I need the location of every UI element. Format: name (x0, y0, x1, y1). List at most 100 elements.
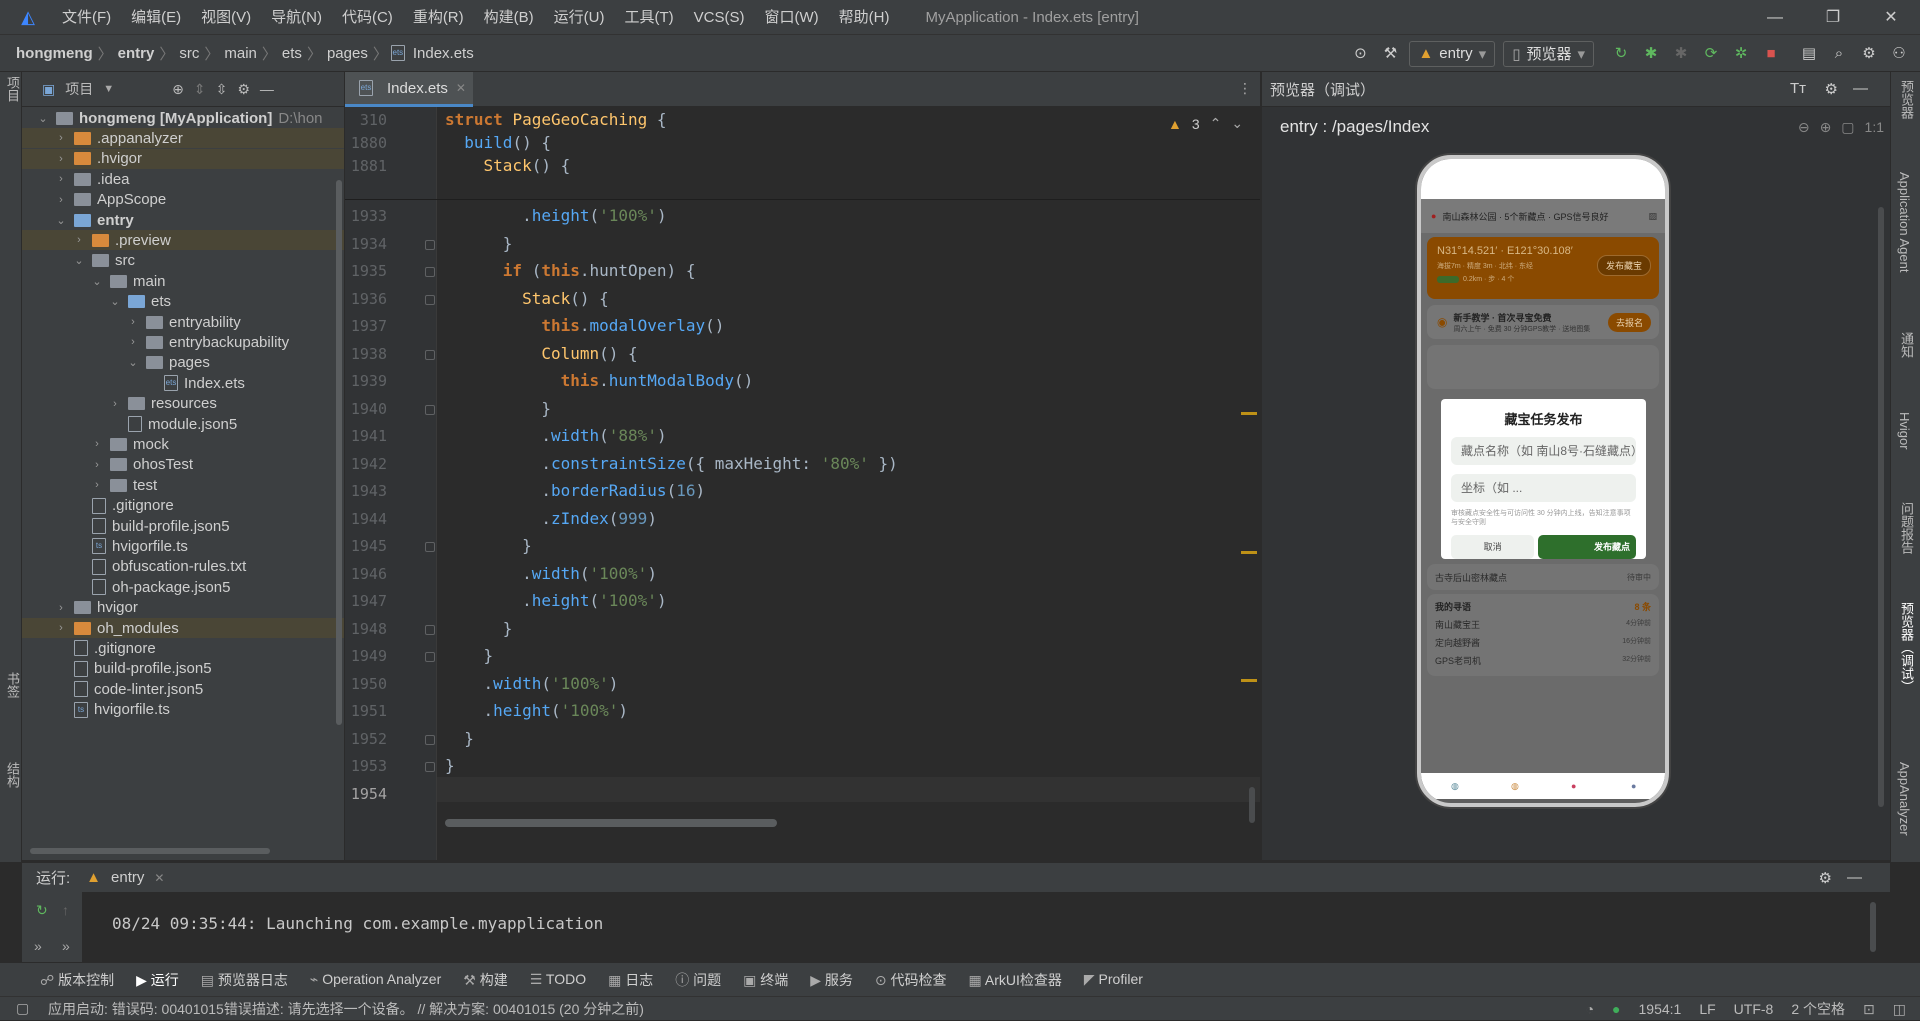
rerun-icon[interactable]: ↻ (1610, 43, 1632, 65)
warning-marker[interactable] (1241, 551, 1257, 554)
tree-item[interactable]: › mock (22, 434, 344, 454)
chevron-right-icon[interactable]: › (54, 132, 68, 144)
target-icon[interactable]: ⊙ (1349, 43, 1371, 65)
chevron-down-icon[interactable]: ▼ (103, 83, 114, 95)
structure-tool-tab[interactable]: 结构 (3, 762, 22, 788)
tree-item[interactable]: ets Index.ets (22, 373, 344, 393)
settings-icon[interactable]: ⚙ (1819, 869, 1832, 887)
tool-window-button[interactable]: ▦ 日志 (608, 970, 653, 990)
code-line[interactable]: this.huntModalBody() (445, 371, 754, 390)
chevron-down-icon[interactable]: ⌄ (1231, 115, 1243, 132)
breadcrumb-item[interactable]: src (177, 45, 201, 62)
code-line[interactable]: } (445, 234, 513, 253)
actual-size-icon[interactable]: 1:1 (1865, 119, 1884, 136)
chevron-right-icon[interactable]: › (54, 622, 68, 634)
tree-item[interactable]: .gitignore (22, 638, 344, 658)
chevron-up-icon[interactable]: ⌃ (1210, 115, 1222, 132)
run-tab-entry[interactable]: entry (111, 869, 144, 886)
scroll-up-icon[interactable]: ↑ (62, 902, 69, 918)
tool-window-button[interactable]: ⊙ 代码检查 (875, 970, 947, 990)
tool-window-button[interactable]: ▶ 服务 (810, 970, 853, 990)
tree-item[interactable]: ts hvigorfile.ts (22, 700, 344, 720)
more-tabs-icon[interactable]: ⋮ (1238, 80, 1252, 97)
tree-item[interactable]: › .preview (22, 230, 344, 251)
project-horizontal-scrollbar[interactable] (30, 848, 270, 854)
signup-button[interactable]: 去报名 (1607, 313, 1651, 332)
chevron-right-icon[interactable]: › (126, 316, 140, 328)
indent-setting[interactable]: 2 个空格 (1791, 999, 1845, 1019)
expand-icon[interactable]: » (34, 938, 42, 954)
pin-tab-icon[interactable]: ● (1571, 781, 1576, 791)
code-line[interactable]: } (445, 646, 494, 665)
line-separator[interactable]: LF (1699, 1001, 1715, 1017)
appanalyzer-tool-tab[interactable]: AppAnalyzer (1897, 762, 1912, 836)
tree-item[interactable]: ⌄ ets (22, 292, 344, 312)
hvigor-tool-tab[interactable]: Hvigor (1897, 412, 1912, 450)
tool-window-button[interactable]: ⌁ Operation Analyzer (310, 971, 441, 988)
project-tool-tab[interactable]: 项目 (3, 76, 22, 102)
code-line[interactable]: } (445, 619, 513, 638)
tree-item[interactable]: code-linter.json5 (22, 679, 344, 699)
fold-icon[interactable] (425, 294, 435, 305)
code-line[interactable]: .constraintSize({ maxHeight: '80%' }) (445, 454, 897, 473)
breadcrumb-item[interactable]: hongmeng (14, 45, 95, 62)
chevron-down-icon[interactable]: ⌄ (72, 254, 86, 267)
close-tab-icon[interactable]: ✕ (456, 81, 466, 95)
editor-horizontal-scrollbar[interactable] (445, 819, 777, 827)
tree-item[interactable]: › .hvigor (22, 148, 344, 169)
status-message[interactable]: 应用启动: 错误码: 00401015错误描述: 请先选择一个设备。 // 解决… (0, 999, 644, 1019)
code-line[interactable]: if (this.huntOpen) { (445, 261, 696, 280)
notifications-icon[interactable]: ◫ (1893, 1001, 1906, 1018)
code-editor[interactable]: 310 1880 1881 1933 1934 1935 1936 1937 1938 1939 1… (345, 107, 1260, 860)
chevron-right-icon[interactable]: › (108, 398, 122, 410)
sticky-code-line[interactable]: build() { (445, 133, 551, 152)
sticky-code-line[interactable]: struct PageGeoCaching { (445, 110, 667, 129)
tree-item[interactable]: › .idea (22, 169, 344, 189)
code-line[interactable]: .width('88%') (445, 426, 666, 445)
menu-item[interactable]: 导航(N) (261, 0, 332, 35)
menu-item[interactable]: 视图(V) (191, 0, 261, 35)
menu-item[interactable]: 重构(R) (403, 0, 474, 35)
run-config-select[interactable]: ▲ entry ▾ (1409, 40, 1496, 67)
close-tab-icon[interactable]: ✕ (154, 871, 164, 885)
tool-window-button[interactable]: ▣ 终端 (743, 970, 788, 990)
profile-icon[interactable]: ✲ (1730, 43, 1752, 65)
debug-icon[interactable]: ✱ (1640, 43, 1662, 65)
tool-window-button[interactable]: ⓘ 问题 (675, 970, 721, 990)
code-line[interactable]: } (445, 756, 455, 775)
chevron-down-icon[interactable]: ⌄ (108, 295, 122, 308)
chevron-right-icon[interactable]: › (126, 336, 140, 348)
fold-icon[interactable] (425, 239, 435, 250)
expand-all-icon[interactable]: ⇕ (194, 81, 206, 98)
code-line[interactable]: .width('100%') (445, 674, 619, 693)
hide-panel-icon[interactable]: — (1847, 869, 1862, 886)
close-icon[interactable]: ✕ (1862, 0, 1920, 35)
chevron-right-icon[interactable]: › (54, 602, 68, 614)
code-line[interactable]: .width('100%') (445, 564, 657, 583)
publish-cache-button[interactable]: 发布藏宝 (1596, 255, 1651, 276)
tree-item[interactable]: › entrybackupability (22, 332, 344, 352)
code-line[interactable]: Column() { (445, 344, 637, 363)
chevron-right-icon[interactable]: › (90, 479, 104, 491)
tree-item[interactable]: oh-package.json5 (22, 577, 344, 597)
tool-window-button[interactable]: ▦ ArkUI检查器 (969, 970, 1062, 990)
phone-frame[interactable]: ● 南山森林公园 · 5个新藏点 · GPS信号良好 ▨ N31°14.521′… (1417, 155, 1669, 807)
fold-icon[interactable] (425, 624, 435, 635)
preview-debug-tool-tab[interactable]: 预览器（调试） (1897, 602, 1916, 693)
tool-window-button[interactable]: ▶ 运行 (136, 970, 179, 990)
code-line[interactable]: .zIndex(999) (445, 509, 657, 528)
code-line[interactable]: .height('100%') (445, 591, 667, 610)
fold-icon[interactable] (425, 652, 435, 662)
font-size-icon[interactable]: Tт (1790, 80, 1806, 97)
device-select[interactable]: ▯ 预览器 ▾ (1503, 40, 1594, 67)
warning-marker[interactable] (1241, 679, 1257, 682)
code-line[interactable]: .borderRadius(16) (445, 481, 705, 500)
menu-item[interactable]: 编辑(E) (121, 0, 191, 35)
fold-icon[interactable] (425, 734, 435, 745)
menu-item[interactable]: 构建(B) (474, 0, 544, 35)
chevron-right-icon[interactable]: › (90, 438, 104, 450)
settings-icon[interactable]: ⚙ (1825, 80, 1838, 98)
chevron-right-icon[interactable]: › (54, 194, 68, 206)
menu-item[interactable]: VCS(S) (684, 0, 755, 35)
zoom-in-icon[interactable]: ⊕ (1820, 119, 1832, 136)
